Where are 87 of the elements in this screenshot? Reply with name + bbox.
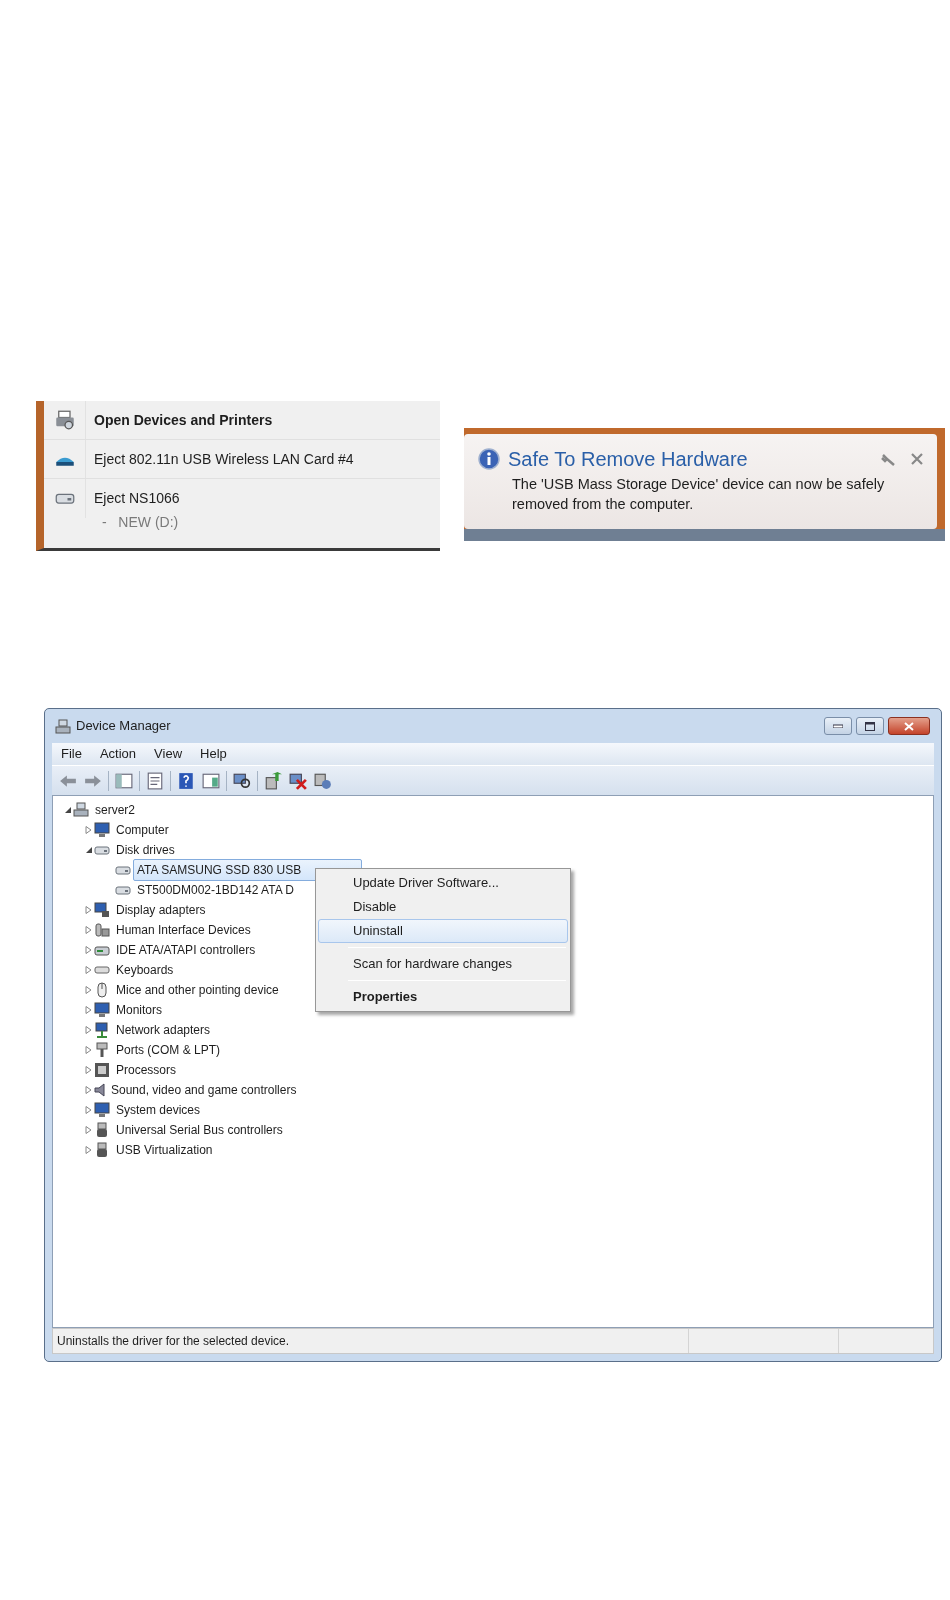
window-title: Device Manager	[76, 717, 171, 736]
tray-item-label: Eject NS1066	[93, 489, 180, 508]
tray-item-label: Open Devices and Printers	[93, 410, 273, 430]
drive-label: - NEW (D:)	[101, 513, 180, 532]
wrench-icon[interactable]	[881, 452, 895, 466]
expand-icon[interactable]	[84, 1086, 92, 1094]
context-menu-item[interactable]: Disable	[318, 895, 568, 919]
info-icon	[478, 448, 500, 470]
context-menu-item[interactable]: Uninstall	[318, 919, 568, 943]
menu-item[interactable]: View	[145, 744, 192, 764]
expand-icon[interactable]	[84, 1126, 92, 1134]
speaker-icon	[94, 1083, 105, 1097]
tree-item[interactable]: USB Virtualization	[112, 1139, 217, 1161]
menu-item[interactable]: File	[52, 744, 91, 764]
drive-icon	[94, 845, 110, 855]
tree-item[interactable]: Ports (COM & LPT)	[112, 1039, 224, 1061]
panel-icon[interactable]	[114, 771, 134, 790]
chip-icon	[94, 1062, 110, 1078]
expand-icon[interactable]	[84, 1106, 92, 1114]
tree-item[interactable]: Universal Serial Bus controllers	[112, 1119, 287, 1141]
tray-item-label: Eject 802.11n USB Wireless LAN Card #4	[93, 449, 354, 469]
close-button[interactable]	[888, 717, 930, 735]
drive-icon	[115, 885, 131, 895]
close-icon	[904, 721, 914, 731]
tree-item[interactable]: System devices	[112, 1099, 205, 1121]
expand-icon[interactable]	[84, 1026, 92, 1034]
tree-item[interactable]: Human Interface Devices	[112, 919, 255, 941]
notification-message: The 'USB Mass Storage Device' device can now be safely removed from the computer.	[511, 475, 886, 514]
tree-item[interactable]: IDE ATA/ATAPI controllers	[112, 939, 260, 961]
port-icon	[94, 1042, 110, 1058]
menu-item[interactable]: Help	[191, 744, 236, 764]
computer-icon	[55, 718, 71, 735]
tree-item[interactable]: Sound, video and game controllers	[107, 1079, 301, 1101]
expand-icon[interactable]	[84, 906, 92, 914]
menu-item[interactable]: Action	[90, 744, 146, 764]
expand-icon[interactable]	[84, 1146, 92, 1154]
monitor-icon	[94, 1102, 110, 1118]
collapse-icon[interactable]	[63, 806, 71, 814]
tree-item[interactable]: Network adapters	[112, 1019, 215, 1041]
plug-icon	[94, 1122, 110, 1138]
input-device-icon	[94, 922, 110, 938]
context-menu-item[interactable]: Properties	[318, 985, 568, 1009]
printer-icon	[54, 410, 75, 430]
tray-menu-item[interactable]: Eject 802.11n USB Wireless LAN Card #4	[44, 440, 440, 479]
tree-item[interactable]: ST500DM002-1BD142 ATA D	[133, 879, 298, 901]
mouse-icon	[94, 982, 110, 998]
expand-icon[interactable]	[84, 926, 92, 934]
tree-item[interactable]: Display adapters	[112, 899, 210, 921]
expand-icon[interactable]	[84, 1066, 92, 1074]
context-menu-item[interactable]: Scan for hardware changes	[318, 952, 568, 976]
notification-title: Safe To Remove Hardware	[508, 447, 748, 472]
drive-icon	[54, 492, 75, 505]
expand-icon[interactable]	[84, 1046, 92, 1054]
uninstall-icon[interactable]	[288, 771, 308, 790]
network-icon	[94, 1022, 110, 1038]
monitor-icon	[94, 822, 110, 838]
tree-item[interactable]: Disk drives	[112, 839, 179, 861]
keyboard-icon	[94, 966, 110, 974]
collapse-icon[interactable]	[84, 846, 92, 854]
disable-icon[interactable]	[313, 771, 333, 790]
tree-item[interactable]: server2	[91, 799, 139, 821]
tray-menu-item[interactable]: Open Devices and Printers	[44, 401, 440, 440]
tree-item[interactable]: Computer	[112, 819, 173, 841]
tree-item[interactable]: Mice and other pointing device	[112, 979, 283, 1001]
expand-icon[interactable]	[84, 1006, 92, 1014]
maximize-button[interactable]	[856, 717, 884, 735]
scan-icon[interactable]	[232, 771, 252, 790]
help-icon[interactable]	[176, 771, 196, 790]
panel-icon[interactable]	[201, 771, 221, 790]
tree-item[interactable]: Processors	[112, 1059, 181, 1081]
properties-icon[interactable]	[145, 771, 165, 790]
plug-icon	[94, 1142, 110, 1158]
update-icon[interactable]	[263, 771, 283, 790]
expand-icon[interactable]	[84, 826, 92, 834]
tree-item[interactable]: Monitors	[112, 999, 166, 1021]
status-text: Uninstalls the driver for the selected device.	[56, 1333, 291, 1350]
tree-item[interactable]: Keyboards	[112, 959, 178, 981]
expand-icon[interactable]	[84, 966, 92, 974]
minimize-icon	[833, 724, 843, 728]
maximize-icon	[865, 721, 875, 731]
close-icon[interactable]	[911, 453, 923, 465]
display-card-icon	[94, 902, 110, 918]
expand-icon[interactable]	[84, 986, 92, 994]
computer-icon	[73, 802, 89, 818]
monitor-icon	[94, 1002, 110, 1018]
expand-icon[interactable]	[84, 946, 92, 954]
drive-icon	[115, 865, 131, 875]
